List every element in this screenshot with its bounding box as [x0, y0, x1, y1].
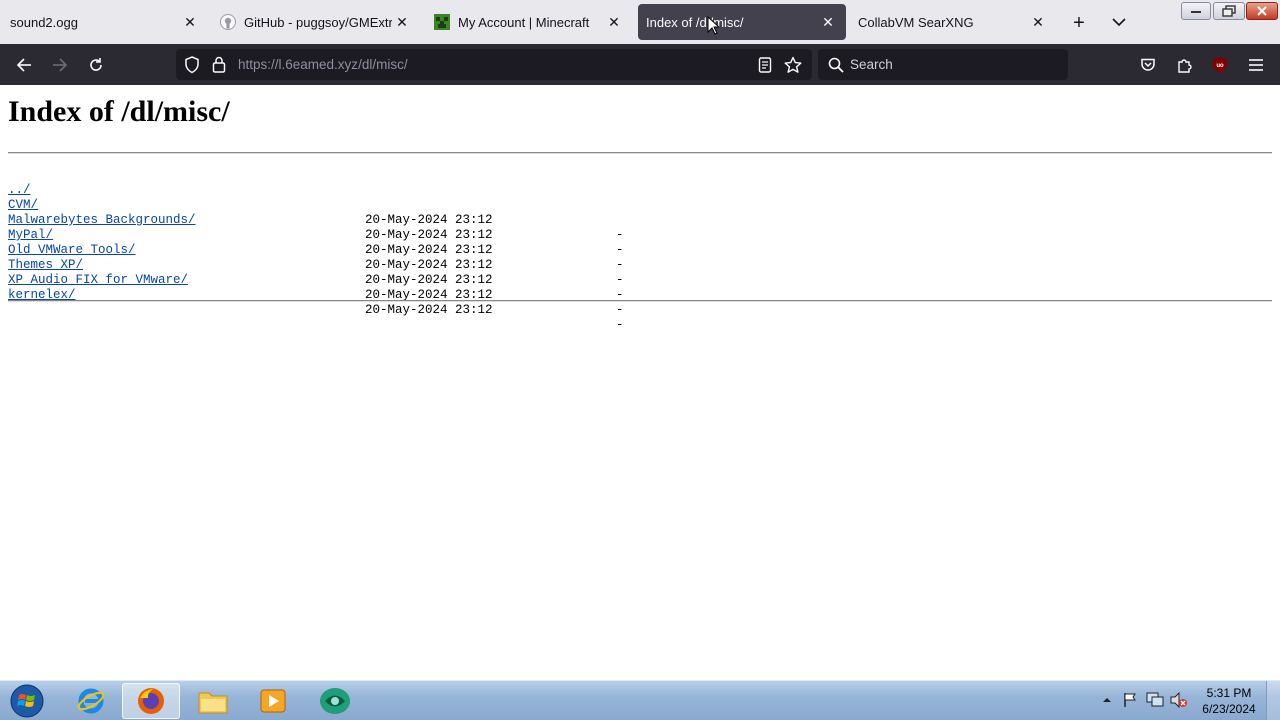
ublock-origin-button[interactable]: uo: [1208, 53, 1232, 77]
tab-strip: sound2.ogg ✕ GitHub - puggsoy/GMExtract …: [0, 0, 1280, 44]
list-item: MyPal/ 20-May-2024 23:12 -: [8, 213, 708, 272]
entry-size: -: [616, 303, 624, 317]
internet-explorer-icon: [77, 688, 105, 714]
app-logo-icon: [320, 688, 350, 714]
taskbar-app[interactable]: [306, 683, 364, 719]
page-title: Index of /dl/misc/: [8, 95, 230, 128]
close-icon[interactable]: ✕: [1028, 12, 1048, 32]
tab-index-dl-misc[interactable]: Index of /dl/misc/ ✕: [638, 4, 846, 40]
network-icon[interactable]: [1146, 692, 1164, 708]
close-icon: [1257, 6, 1267, 16]
new-tab-button[interactable]: +: [1068, 12, 1090, 34]
mouse-cursor-icon: [707, 16, 719, 35]
pocket-icon: [1141, 58, 1155, 71]
taskbar-file-explorer[interactable]: [184, 683, 242, 719]
folder-icon: [198, 692, 228, 714]
tab-sound2[interactable]: sound2.ogg ✕: [2, 4, 208, 40]
svg-text:uo: uo: [1216, 63, 1224, 69]
puzzle-piece-icon: [1178, 59, 1192, 73]
tab-minecraft[interactable]: My Account | Minecraft ✕: [426, 4, 632, 40]
close-window-button[interactable]: [1246, 2, 1278, 20]
taskbar-firefox[interactable]: [122, 683, 180, 719]
divider-top: [8, 152, 1272, 154]
reload-icon: [90, 58, 102, 71]
search-input[interactable]: Search: [818, 49, 1068, 80]
close-icon[interactable]: ✕: [180, 12, 200, 32]
app-menu-button[interactable]: [1244, 53, 1268, 77]
pocket-button[interactable]: [1136, 53, 1160, 77]
chevron-down-icon: [1112, 18, 1126, 27]
tab-collabvm-searxng[interactable]: CollabVM SearXNG ✕: [850, 4, 1056, 40]
tab-title: sound2.ogg: [10, 14, 78, 30]
list-item: XP Audio FIX for VMware/ 20-May-2024 23:…: [8, 258, 708, 317]
list-item: Themes XP/ 20-May-2024 23:12 -: [8, 243, 708, 302]
reload-button[interactable]: [84, 53, 108, 77]
github-icon: [220, 14, 236, 30]
clock-time: 5:31 PM: [1206, 686, 1252, 700]
divider-bottom: [8, 300, 1272, 302]
media-player-icon: [260, 689, 286, 713]
minimize-button[interactable]: [1181, 2, 1211, 20]
volume-muted-icon[interactable]: [1170, 692, 1188, 708]
address-bar[interactable]: https://l.6eamed.xyz/dl/misc/: [176, 49, 812, 80]
entry-size: -: [616, 318, 624, 332]
lock-icon[interactable]: [212, 56, 226, 73]
close-icon[interactable]: ✕: [818, 12, 838, 32]
show-desktop-button[interactable]: [1266, 681, 1280, 720]
bookmark-star-icon[interactable]: [784, 56, 802, 74]
restore-button[interactable]: [1213, 2, 1245, 20]
back-button[interactable]: [12, 53, 36, 77]
show-hidden-icons-icon[interactable]: [1102, 695, 1112, 705]
url-text[interactable]: https://l.6eamed.xyz/dl/misc/: [238, 57, 408, 72]
tracking-protection-shield-icon[interactable]: [184, 56, 200, 74]
minimize-icon: [1191, 11, 1201, 13]
system-clock[interactable]: 5:31 PM 6/23/2024: [1196, 685, 1262, 717]
tab-title: Index of /dl/misc/: [646, 14, 744, 30]
list-item: CVM/ 20-May-2024 23:12 -: [8, 183, 708, 242]
taskbar: 5:31 PM 6/23/2024: [0, 680, 1280, 720]
list-item: Old VMWare Tools/ 20-May-2024 23:12 -: [8, 228, 708, 287]
navigation-toolbar: https://l.6eamed.xyz/dl/misc/ Search uo: [0, 44, 1280, 85]
tab-title: GitHub - puggsoy/GMExtract: [244, 14, 392, 30]
directory-listing: ../ CVM/ 20-May-2024 23:12 - Malwarebyte…: [8, 168, 708, 332]
url-path: /dl/misc/: [358, 57, 408, 72]
url-host: https://l.6eamed.xyz: [238, 57, 359, 72]
extensions-button[interactable]: [1172, 53, 1196, 77]
page-content: Index of /dl/misc/ ../ CVM/ 20-May-2024 …: [0, 85, 1280, 680]
hamburger-menu-icon: [1249, 59, 1263, 71]
close-icon[interactable]: ✕: [604, 12, 624, 32]
tab-title: My Account | Minecraft: [458, 14, 590, 30]
action-center-flag-icon[interactable]: [1122, 692, 1138, 708]
taskbar-internet-explorer[interactable]: [62, 683, 120, 719]
reader-view-icon[interactable]: [758, 57, 772, 73]
minecraft-icon: [434, 14, 450, 30]
search-placeholder: Search: [850, 57, 893, 72]
windows-start-orb-icon: [10, 684, 44, 718]
clock-date: 6/23/2024: [1202, 702, 1256, 716]
list-item: kernelex/ 20-May-2024 23:12 -: [8, 273, 708, 332]
tab-github[interactable]: GitHub - puggsoy/GMExtract ✕: [214, 4, 420, 40]
forward-button[interactable]: [48, 53, 72, 77]
close-icon[interactable]: ✕: [392, 12, 412, 32]
back-arrow-icon: [16, 58, 31, 72]
ublock-shield-icon: uo: [1213, 57, 1227, 73]
list-item: Malwarebytes Backgrounds/ 20-May-2024 23…: [8, 198, 708, 257]
forward-arrow-icon: [53, 58, 68, 72]
search-icon: [828, 57, 844, 73]
list-all-tabs-button[interactable]: [1108, 11, 1130, 33]
taskbar-media-player[interactable]: [244, 683, 302, 719]
restore-icon: [1222, 5, 1236, 17]
tab-title: CollabVM SearXNG: [858, 14, 974, 30]
firefox-icon: [138, 688, 164, 714]
start-button[interactable]: [0, 683, 54, 719]
list-item: ../: [8, 168, 708, 197]
entry-date: 20-May-2024 23:12: [365, 303, 493, 317]
